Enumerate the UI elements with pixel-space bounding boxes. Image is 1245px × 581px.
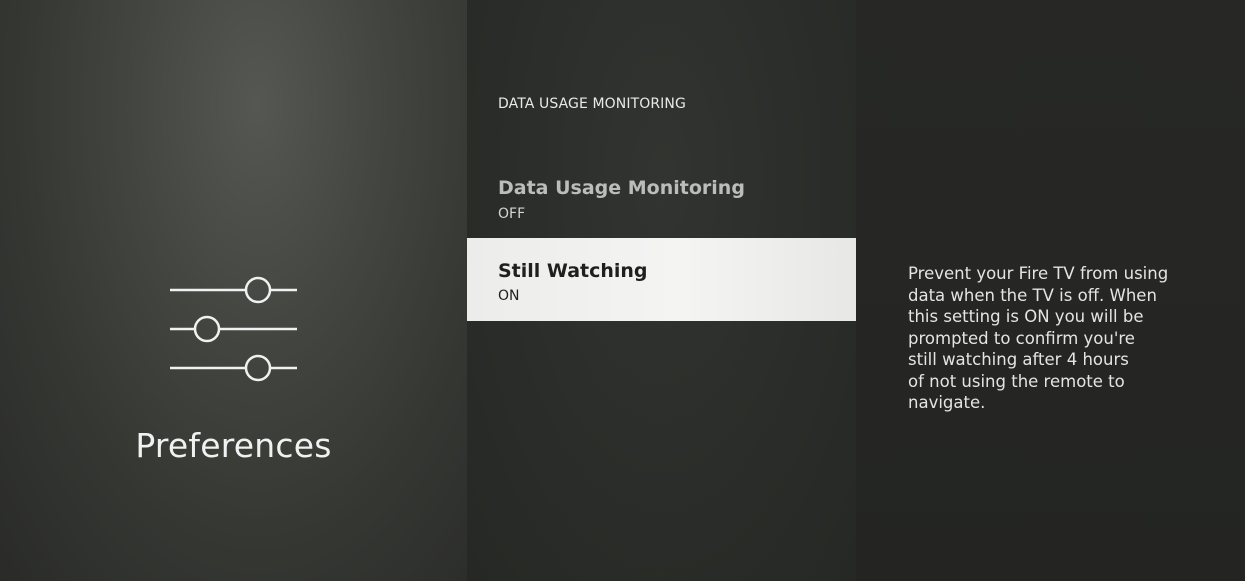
section-header: DATA USAGE MONITORING — [498, 96, 686, 112]
category-panel: Preferences — [0, 0, 467, 581]
menu-item-value: OFF — [498, 206, 526, 222]
menu-item-data-usage-monitoring[interactable]: Data Usage Monitoring OFF — [467, 166, 856, 249]
settings-list-panel: DATA USAGE MONITORING Data Usage Monitor… — [467, 0, 856, 581]
setting-description: Prevent your Fire TV from using data whe… — [908, 264, 1169, 412]
fire-tv-settings-screen: Preferences DATA USAGE MONITORING Data U… — [0, 0, 1245, 581]
preferences-sliders-icon — [170, 276, 297, 382]
menu-item-still-watching[interactable]: Still Watching ON — [467, 238, 856, 321]
category-title: Preferences — [135, 426, 332, 465]
menu-item-value: ON — [498, 288, 520, 304]
description-panel: Prevent your Fire TV from using data whe… — [856, 0, 1245, 581]
menu-item-label: Still Watching — [498, 260, 648, 282]
menu-item-label: Data Usage Monitoring — [498, 177, 745, 199]
